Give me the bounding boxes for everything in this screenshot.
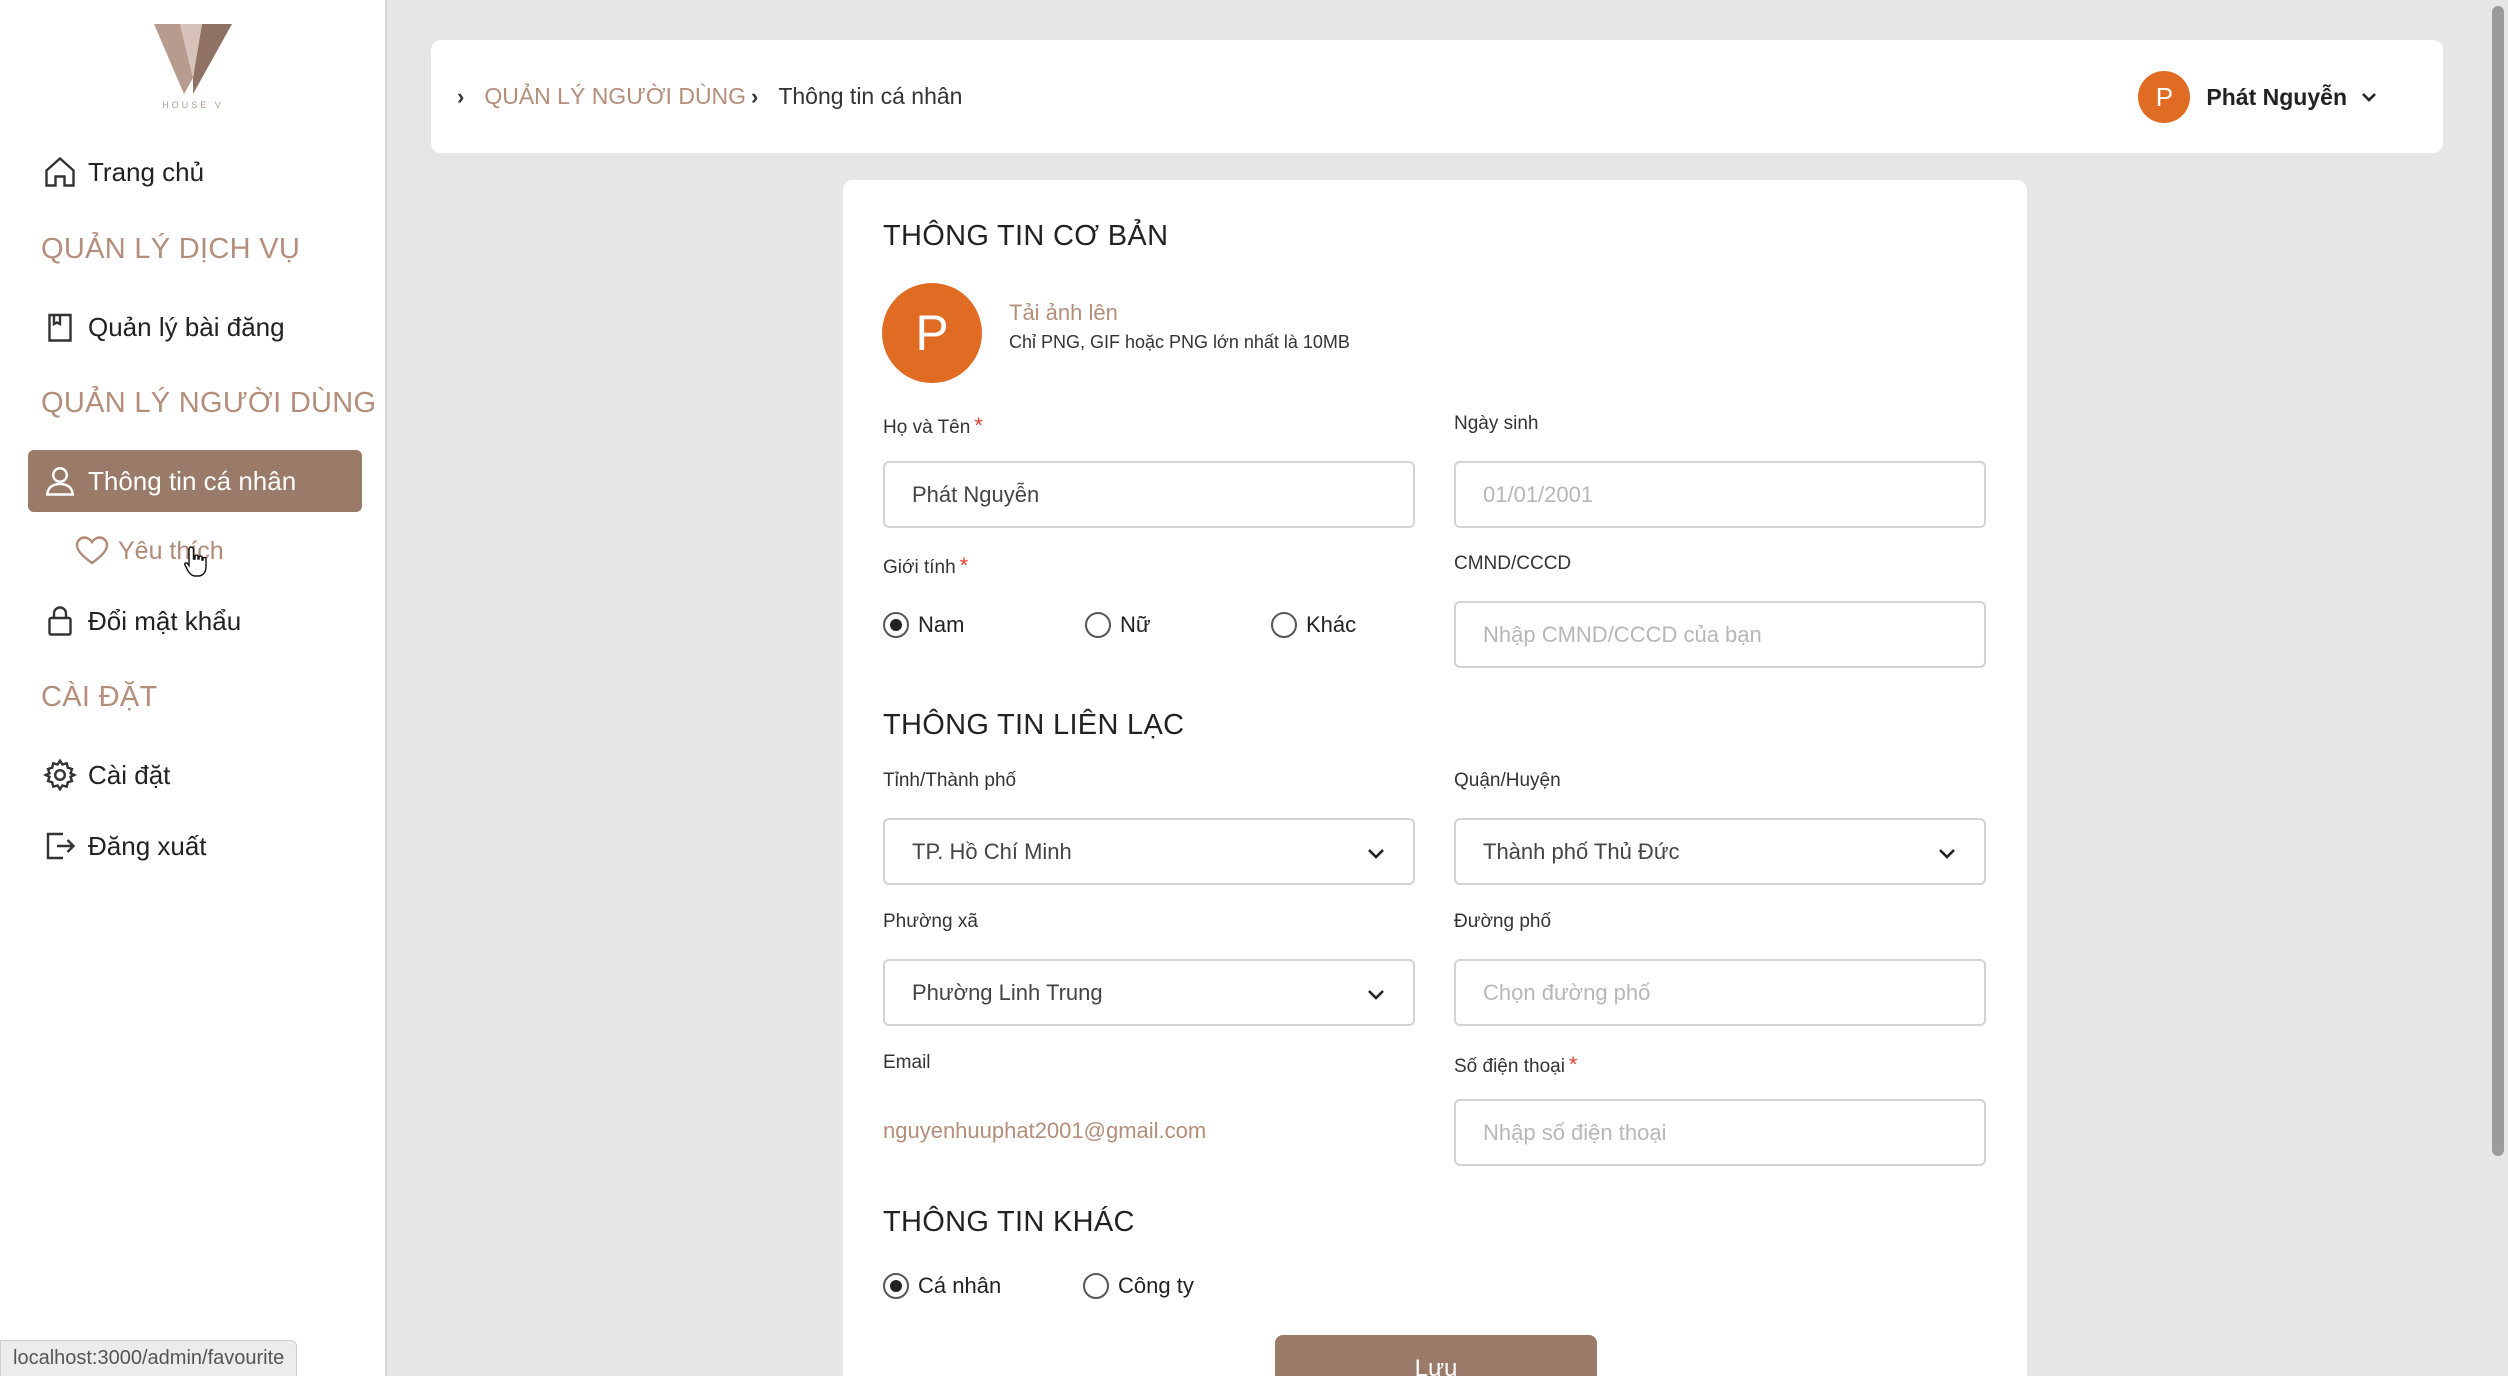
- profile-avatar[interactable]: P: [882, 283, 982, 383]
- gender-radio-female[interactable]: Nữ: [1085, 612, 1151, 638]
- upload-photo-link[interactable]: Tải ảnh lên: [1009, 300, 1118, 326]
- street-field[interactable]: Chọn đường phố: [1454, 959, 1986, 1026]
- dob-label: Ngày sinh: [1454, 413, 1539, 434]
- logo-text: HOUSE V: [162, 100, 224, 110]
- radio-selected-icon: [883, 612, 909, 638]
- sidebar-item-posts[interactable]: Quản lý bài đăng: [28, 296, 362, 358]
- radio-label: Nam: [918, 612, 965, 637]
- required-mark: *: [1568, 1052, 1578, 1077]
- section-title-other: THÔNG TIN KHÁC: [883, 1206, 1135, 1238]
- gear-icon: [32, 757, 88, 793]
- top-header: › QUẢN LÝ NGƯỜI DÙNG › Thông tin cá nhân…: [431, 40, 2443, 153]
- scrollbar-thumb[interactable]: [2492, 6, 2504, 1156]
- fullname-label: Họ và Tên *: [883, 413, 983, 439]
- label-text: Số điện thoại: [1454, 1056, 1565, 1077]
- radio-label: Nữ: [1120, 612, 1151, 637]
- sidebar-item-label: Quản lý bài đăng: [88, 311, 285, 342]
- breadcrumb-label: QUẢN LÝ NGƯỜI DÙNG: [484, 83, 747, 109]
- phone-field[interactable]: Nhập số điện thoại: [1454, 1099, 1986, 1166]
- sidebar-item-label: Thông tin cá nhân: [88, 465, 297, 496]
- heart-icon: [74, 533, 118, 569]
- sidebar-item-label: Trang chủ: [88, 156, 205, 187]
- radio-unselected-icon: [1083, 1273, 1109, 1299]
- street-label: Đường phố: [1454, 911, 1552, 932]
- save-button[interactable]: Lưu: [1275, 1335, 1597, 1376]
- gender-label: Giới tính *: [883, 553, 968, 579]
- section-user-management: QUẢN LÝ NGƯỜI DÙNG: [41, 387, 377, 419]
- chevron-right-icon: ›: [457, 83, 465, 109]
- id-field[interactable]: Nhập CMND/CCCD của bạn: [1454, 601, 1986, 668]
- ward-select[interactable]: Phường Linh Trung: [883, 959, 1415, 1026]
- email-value: nguyenhuuphat2001@gmail.com: [883, 1118, 1207, 1143]
- profile-form-card: THÔNG TIN CƠ BẢN P Tải ảnh lên Chỉ PNG, …: [843, 180, 2027, 1376]
- breadcrumb-item-user-management[interactable]: › QUẢN LÝ NGƯỜI DÙNG: [457, 40, 746, 153]
- chevron-down-icon: [2362, 93, 2376, 102]
- section-service-management: QUẢN LÝ DỊCH VỤ: [41, 233, 301, 265]
- radio-unselected-icon: [1085, 612, 1111, 638]
- page-scrollbar[interactable]: [2488, 0, 2508, 1376]
- sidebar: HOUSE V Trang chủ QUẢN LÝ DỊCH VỤ Quản l…: [0, 0, 387, 1376]
- avatar: P: [2138, 71, 2191, 123]
- type-radio-personal[interactable]: Cá nhân: [883, 1273, 1001, 1299]
- phone-label: Số điện thoại *: [1454, 1052, 1577, 1078]
- chevron-down-icon: [1368, 990, 1384, 1000]
- sidebar-item-home[interactable]: Trang chủ: [28, 141, 362, 203]
- upload-hint: Chỉ PNG, GIF hoặc PNG lớn nhất là 10MB: [1009, 332, 1350, 352]
- user-icon: [32, 463, 88, 499]
- breadcrumb-item-profile: › Thông tin cá nhân: [751, 40, 962, 153]
- select-value: Thành phố Thủ Đức: [1483, 838, 1680, 864]
- district-select[interactable]: Thành phố Thủ Đức: [1454, 818, 1986, 885]
- radio-label: Cá nhân: [918, 1273, 1002, 1298]
- home-icon: [32, 154, 88, 190]
- sidebar-item-change-password[interactable]: Đổi mật khẩu: [28, 590, 362, 652]
- ward-label: Phường xã: [883, 911, 978, 932]
- breadcrumb-label: Thông tin cá nhân: [778, 83, 963, 109]
- radio-selected-icon: [883, 1273, 909, 1299]
- lock-icon: [32, 603, 88, 639]
- section-settings: CÀI ĐẶT: [41, 681, 158, 713]
- sidebar-item-settings[interactable]: Cài đặt: [28, 744, 362, 806]
- province-label: Tỉnh/Thành phố: [883, 770, 1017, 791]
- document-icon: [32, 309, 88, 345]
- user-menu[interactable]: P Phát Nguyễn: [2138, 71, 2379, 123]
- label-text: Họ và Tên: [883, 417, 971, 438]
- gender-radio-male[interactable]: Nam: [883, 612, 964, 638]
- district-label: Quận/Huyện: [1454, 770, 1561, 791]
- sidebar-item-logout[interactable]: Đăng xuất: [28, 815, 362, 877]
- radio-label: Khác: [1306, 612, 1357, 637]
- label-text: Giới tính: [883, 557, 956, 578]
- type-radio-company[interactable]: Công ty: [1083, 1273, 1194, 1299]
- required-mark: *: [974, 413, 983, 438]
- radio-unselected-icon: [1271, 612, 1297, 638]
- id-label: CMND/CCCD: [1454, 553, 1572, 574]
- sidebar-item-label: Cài đặt: [88, 759, 171, 790]
- gender-radio-other[interactable]: Khác: [1271, 612, 1356, 638]
- chevron-down-icon: [1368, 849, 1384, 859]
- user-name: Phát Nguyễn: [2206, 83, 2347, 110]
- select-value: Phường Linh Trung: [912, 979, 1103, 1005]
- select-value: TP. Hồ Chí Minh: [912, 838, 1072, 864]
- sidebar-item-label: Đổi mật khẩu: [88, 605, 242, 636]
- sidebar-item-profile[interactable]: Thông tin cá nhân: [28, 450, 362, 512]
- sidebar-item-label: Đăng xuất: [88, 830, 207, 861]
- section-title-contact: THÔNG TIN LIÊN LẠC: [883, 709, 1185, 741]
- dob-field[interactable]: 01/01/2001: [1454, 461, 1986, 528]
- province-select[interactable]: TP. Hồ Chí Minh: [883, 818, 1415, 885]
- hand-cursor-icon: [184, 546, 207, 577]
- chevron-down-icon: [1939, 849, 1955, 859]
- fullname-field[interactable]: Phát Nguyễn: [883, 461, 1415, 528]
- section-title-basic: THÔNG TIN CƠ BẢN: [883, 220, 1169, 252]
- radio-label: Công ty: [1118, 1273, 1194, 1298]
- link-status-bar: localhost:3000/admin/favourite: [0, 1340, 298, 1376]
- chevron-right-icon: ›: [751, 83, 759, 109]
- email-label: Email: [883, 1052, 931, 1073]
- logout-icon: [32, 828, 88, 864]
- required-mark: *: [959, 553, 969, 578]
